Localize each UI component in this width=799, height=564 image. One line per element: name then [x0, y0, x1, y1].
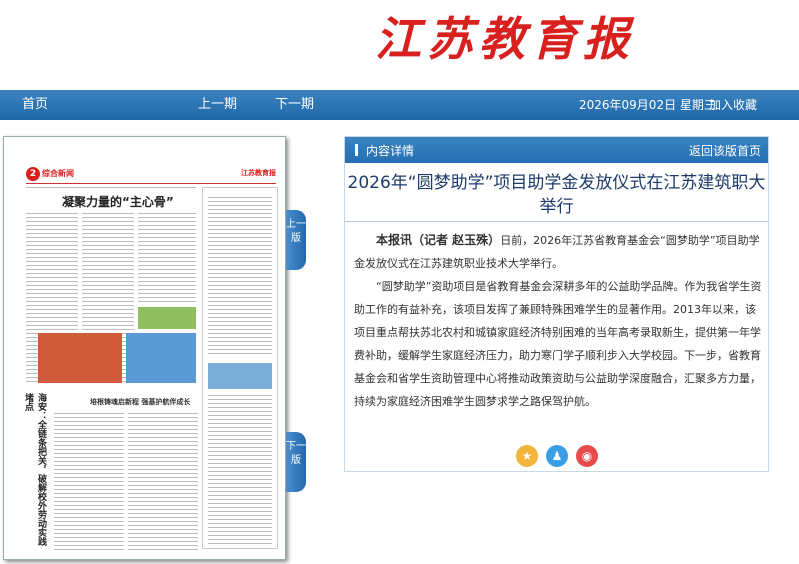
weibo-icon[interactable]: ◉ — [576, 445, 598, 467]
next-page-button[interactable]: 下一版 — [286, 432, 306, 492]
thumbnail-photo — [208, 363, 272, 389]
nav-next-issue-link[interactable]: 下一期 — [275, 97, 314, 113]
thumbnail-rule — [26, 183, 276, 184]
thumbnail-brand: 江苏教育报 — [241, 169, 276, 177]
thumbnail-header: 2 综合新闻 江苏教育报 — [26, 167, 276, 181]
thumbnail-text-column — [54, 413, 124, 553]
thumbnail-headline[interactable]: 凝聚力量的“主心骨” — [62, 193, 174, 210]
thumbnail-subhead[interactable]: 培根铸魂启新程 强基护航伴成长 — [90, 397, 190, 407]
article-body: 本报讯（记者 赵玉殊）日前，2026年江苏省教育基金会“圆梦助学”项目助学金发放… — [354, 229, 762, 413]
article-byline: 本报讯（记者 赵玉殊） — [376, 233, 501, 247]
title-divider — [345, 221, 768, 222]
thumbnail-page-number: 2 — [26, 167, 40, 181]
thumbnail-photo — [138, 307, 196, 329]
nav-home-link[interactable]: 首页 — [22, 97, 48, 113]
panel-label: 内容详情 — [366, 144, 415, 158]
masthead-logo: 江苏教育报 — [375, 12, 635, 66]
thumbnail-photo — [126, 333, 196, 383]
thumbnail-text-column — [138, 213, 196, 303]
star-icon[interactable]: ★ — [516, 445, 538, 467]
nav-favorite-link[interactable]: 加入收藏 — [709, 97, 757, 113]
return-page-link[interactable]: 返回该版首页 — [689, 142, 761, 159]
qq-icon[interactable]: ♟ — [546, 445, 568, 467]
thumbnail-photo — [38, 333, 122, 383]
nav-date: 2026年09月02日 星期三 — [579, 98, 716, 112]
thumbnail-vertical-title[interactable]: 海安：全链条把关，破解校外劳动实践堵点 — [23, 393, 48, 553]
prev-page-button[interactable]: 上一版 — [286, 210, 306, 270]
page-thumbnail[interactable]: 2 综合新闻 江苏教育报 凝聚力量的“主心骨” 培根铸魂启新程 强基护航伴成长 … — [3, 136, 286, 560]
article-paragraph: 本报讯（记者 赵玉殊）日前，2026年江苏省教育基金会“圆梦助学”项目助学金发放… — [354, 229, 762, 275]
thumbnail-section: 综合新闻 — [42, 169, 74, 178]
thumbnail-text-column — [128, 413, 198, 553]
thumbnail-text-block — [26, 187, 196, 191]
panel-header: 内容详情 返回该版首页 — [345, 137, 768, 163]
article-title: 2026年“圆梦助学”项目助学金发放仪式在江苏建筑职大举行 — [347, 173, 766, 217]
article-panel: 内容详情 返回该版首页 2026年“圆梦助学”项目助学金发放仪式在江苏建筑职大举… — [344, 136, 769, 472]
thumbnail-text-column — [208, 395, 272, 545]
header: 江苏教育报 — [0, 0, 799, 90]
article-paragraph: “圆梦助学”资助项目是省教育基金会深耕多年的公益助学品牌。作为我省学生资助工作的… — [354, 280, 762, 408]
thumbnail-text-column — [208, 197, 272, 357]
nav-prev-issue-link[interactable]: 上一期 — [198, 97, 237, 113]
panel-marker — [355, 144, 358, 156]
top-navbar: 首页 上一期 下一期 2026年09月02日 星期三 加入收藏 — [0, 90, 799, 120]
